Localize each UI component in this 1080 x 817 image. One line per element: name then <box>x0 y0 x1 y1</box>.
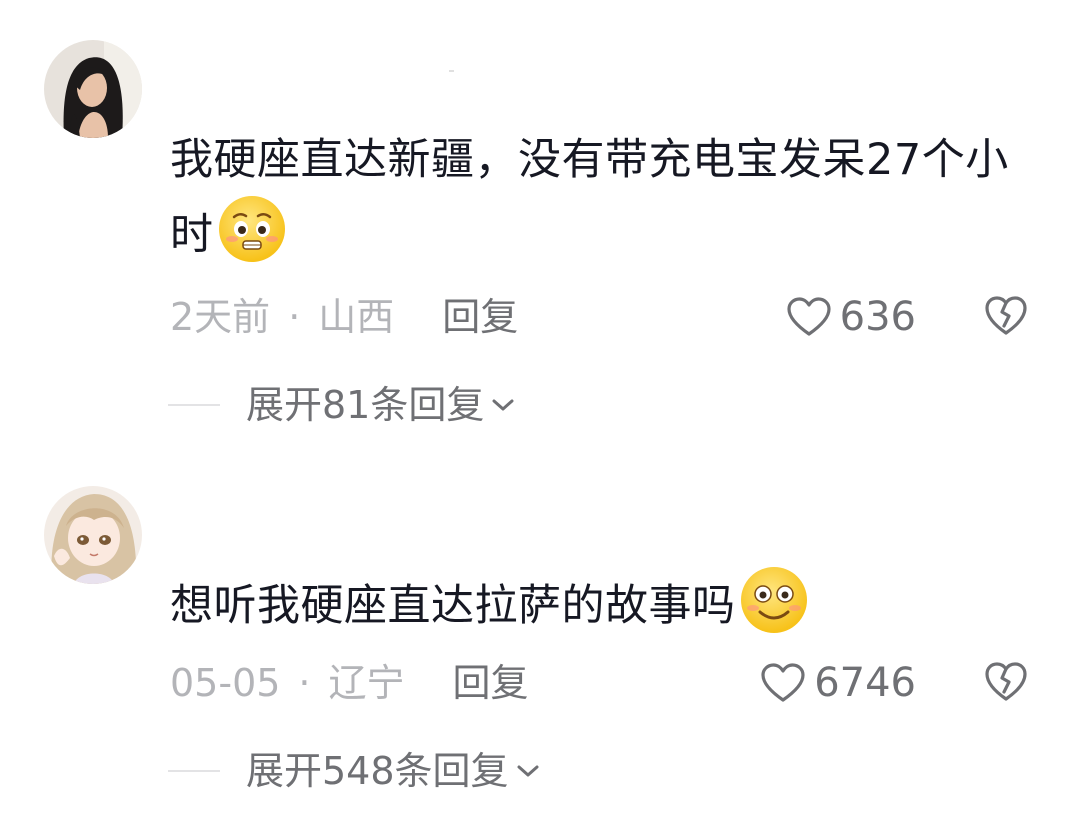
comment-time: 05-05 <box>170 661 281 705</box>
comment-location: 山西 <box>318 295 395 339</box>
chevron-down-icon <box>517 765 539 777</box>
broken-heart-icon <box>985 296 1027 335</box>
comment-meta: 05-05 · 辽宁 回复 <box>170 658 529 708</box>
like-count: 636 <box>839 294 916 340</box>
expand-replies-button[interactable]: 展开548条回复 <box>168 746 541 796</box>
comment-text-content: 我硬座直达新疆，没有带充电宝发呆27个小时 <box>170 135 1009 260</box>
broken-heart-icon <box>985 662 1027 701</box>
like-count: 6746 <box>814 660 916 706</box>
dislike-button[interactable] <box>984 294 1028 338</box>
comment-text: 想听我硬座直达拉萨的故事吗 <box>170 564 1030 639</box>
expand-replies-button[interactable]: 展开81条回复 <box>168 380 516 430</box>
top-divider-mark <box>449 70 454 72</box>
avatar[interactable] <box>44 40 142 138</box>
reply-button[interactable]: 回复 <box>442 295 518 339</box>
pleading-face-icon <box>216 193 288 265</box>
meta-separator: · <box>298 661 311 705</box>
expand-label: 展开81条回复 <box>246 383 485 427</box>
expand-divider <box>168 404 220 406</box>
expand-divider <box>168 770 220 772</box>
comment-text-content: 想听我硬座直达拉萨的故事吗 <box>170 581 736 631</box>
meta-separator: · <box>288 295 301 339</box>
heart-icon <box>787 297 831 336</box>
smiling-face-icon <box>738 564 810 636</box>
avatar-anime-illustration <box>44 486 142 584</box>
reply-button[interactable]: 回复 <box>453 661 529 705</box>
avatar-photo <box>44 40 142 138</box>
comment-text: 我硬座直达新疆，没有带充电宝发呆27个小时 <box>170 127 1030 268</box>
avatar[interactable] <box>44 486 142 584</box>
heart-icon <box>761 663 805 702</box>
like-button[interactable]: 636 <box>786 292 916 342</box>
expand-label: 展开548条回复 <box>246 749 509 793</box>
like-button[interactable]: 6746 <box>760 658 916 708</box>
chevron-down-icon <box>492 399 514 411</box>
comment-location: 辽宁 <box>328 661 405 705</box>
dislike-button[interactable] <box>984 660 1028 704</box>
comment-time: 2天前 <box>170 295 271 339</box>
comment-meta: 2天前 · 山西 回复 <box>170 292 518 342</box>
